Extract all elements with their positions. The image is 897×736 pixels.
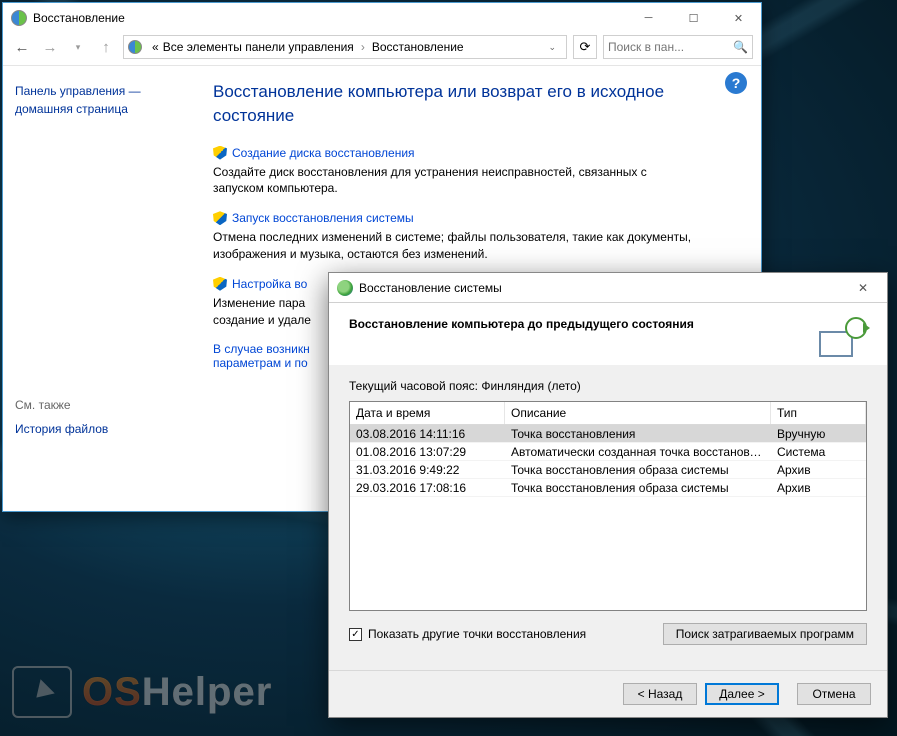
recovery-icon	[11, 10, 27, 26]
start-restore-desc: Отмена последних изменений в системе; фа…	[213, 229, 693, 263]
address-icon	[128, 40, 142, 54]
wizard-close-button[interactable]: ✕	[843, 274, 883, 302]
start-restore-link[interactable]: Запуск восстановления системы	[213, 211, 693, 225]
next-button[interactable]: Далее >	[705, 683, 779, 705]
section-create-disk: Создание диска восстановления Создайте д…	[213, 146, 693, 198]
col-description[interactable]: Описание	[505, 402, 771, 424]
restore-icon	[337, 280, 353, 296]
breadcrumb-current[interactable]: Восстановление	[372, 40, 464, 54]
wizard-titlebar[interactable]: Восстановление системы ✕	[329, 273, 887, 303]
history-chevron-icon[interactable]: ▾	[67, 36, 89, 58]
sidebar-see-also: См. также	[15, 398, 201, 412]
up-arrow-icon[interactable]: ↑	[95, 36, 117, 58]
show-more-checkbox[interactable]: ✓ Показать другие точки восстановления	[349, 627, 586, 641]
cursor-icon	[12, 666, 72, 718]
page-title: Восстановление компьютера или возврат ег…	[213, 80, 673, 128]
breadcrumb-sep-icon: ›	[358, 40, 368, 54]
sidebar-home-link[interactable]: Панель управления — домашняя страница	[15, 82, 201, 118]
col-type[interactable]: Тип	[771, 402, 866, 424]
create-disk-desc: Создайте диск восстановления для устране…	[213, 164, 693, 198]
wizard-header: Восстановление компьютера до предыдущего…	[329, 303, 887, 365]
search-icon: 🔍	[733, 40, 748, 54]
breadcrumb-parent[interactable]: Все элементы панели управления	[163, 40, 354, 54]
create-disk-link[interactable]: Создание диска восстановления	[213, 146, 693, 160]
shield-icon	[213, 211, 227, 225]
minimize-button[interactable]: ─	[626, 4, 671, 33]
table-row[interactable]: 31.03.2016 9:49:22 Точка восстановления …	[350, 461, 866, 479]
sidebar-history-link[interactable]: История файлов	[15, 422, 201, 436]
col-datetime[interactable]: Дата и время	[350, 402, 505, 424]
back-button[interactable]: < Назад	[623, 683, 697, 705]
table-row[interactable]: 29.03.2016 17:08:16 Точка восстановления…	[350, 479, 866, 497]
search-input[interactable]	[608, 40, 729, 54]
sidebar: Панель управления — домашняя страница См…	[3, 66, 213, 511]
system-restore-wizard: Восстановление системы ✕ Восстановление …	[328, 272, 888, 718]
address-bar[interactable]: « Все элементы панели управления › Восст…	[123, 35, 567, 59]
table-row[interactable]: 01.08.2016 13:07:29 Автоматически создан…	[350, 443, 866, 461]
wizard-art-icon	[819, 317, 867, 357]
address-prefix: «	[152, 40, 159, 54]
help-icon[interactable]: ?	[725, 72, 747, 94]
navigation-row: ← → ▾ ↑ « Все элементы панели управления…	[3, 33, 761, 65]
timezone-label: Текущий часовой пояс: Финляндия (лето)	[349, 379, 867, 393]
affected-programs-button[interactable]: Поиск затрагиваемых программ	[663, 623, 867, 645]
shield-icon	[213, 146, 227, 160]
shield-icon	[213, 277, 227, 291]
close-button[interactable]: ✕	[716, 4, 761, 33]
show-more-label: Показать другие точки восстановления	[368, 627, 586, 641]
window-title: Восстановление	[33, 11, 626, 25]
wizard-title-text: Восстановление системы	[359, 281, 843, 295]
refresh-button[interactable]: ⟳	[573, 35, 597, 59]
section-start-restore: Запуск восстановления системы Отмена пос…	[213, 211, 693, 263]
restore-points-grid[interactable]: Дата и время Описание Тип 03.08.2016 14:…	[349, 401, 867, 611]
table-row[interactable]: 03.08.2016 14:11:16 Точка восстановления…	[350, 425, 866, 443]
maximize-button[interactable]: ☐	[671, 4, 716, 33]
address-chevron-icon[interactable]: ⌄	[542, 42, 562, 53]
cancel-button[interactable]: Отмена	[797, 683, 871, 705]
grid-body: 03.08.2016 14:11:16 Точка восстановления…	[350, 425, 866, 611]
search-box[interactable]: 🔍	[603, 35, 753, 59]
wizard-heading: Восстановление компьютера до предыдущего…	[349, 317, 819, 331]
watermark: OSHelper	[12, 666, 272, 718]
grid-header[interactable]: Дата и время Описание Тип	[350, 402, 866, 425]
titlebar[interactable]: Восстановление ─ ☐ ✕	[3, 3, 761, 33]
back-arrow-icon[interactable]: ←	[11, 36, 33, 58]
checkbox-icon: ✓	[349, 628, 362, 641]
forward-arrow-icon[interactable]: →	[39, 36, 61, 58]
wizard-footer: < Назад Далее > Отмена	[329, 670, 887, 717]
watermark-text: OSHelper	[82, 670, 272, 715]
